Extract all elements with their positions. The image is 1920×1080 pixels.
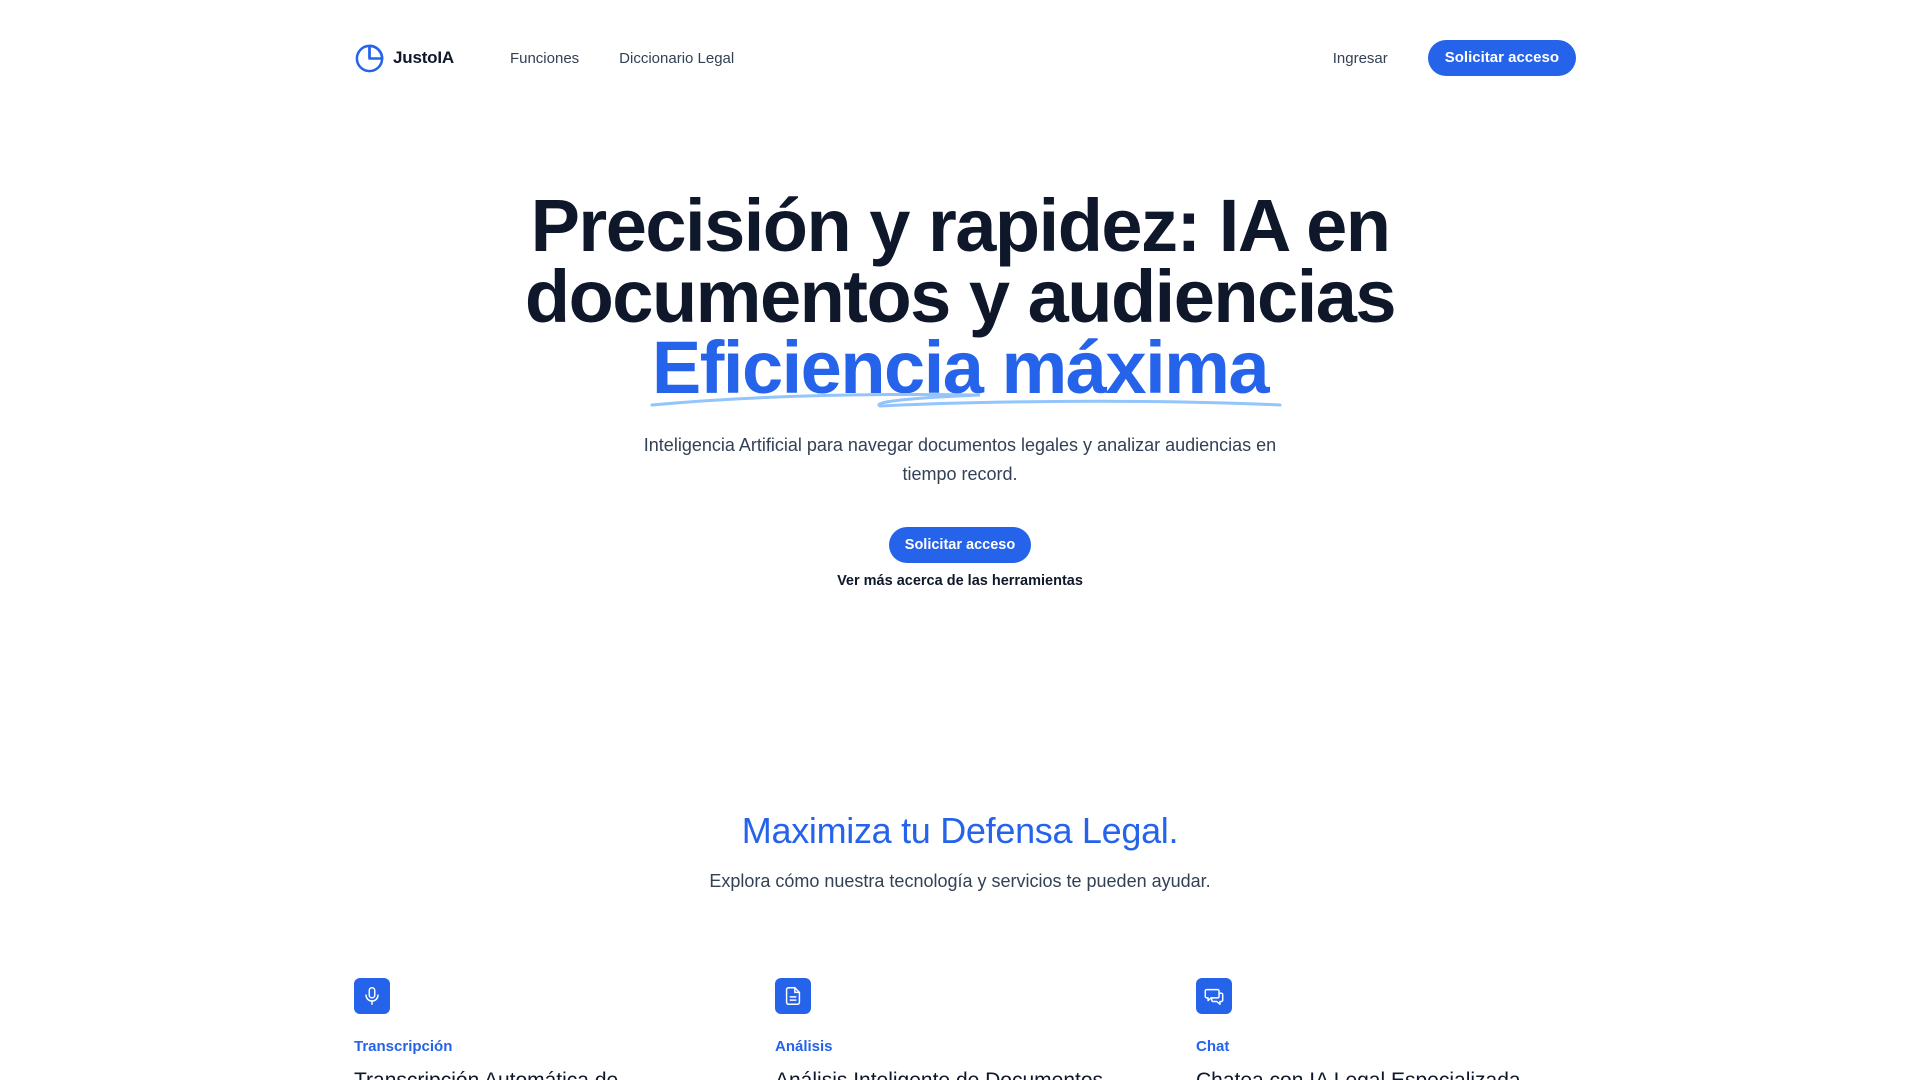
nav-actions: Ingresar Solicitar acceso bbox=[1333, 40, 1576, 76]
brand-name: JustoIA bbox=[393, 48, 454, 67]
nav-link-diccionario-legal[interactable]: Diccionario Legal bbox=[619, 50, 734, 67]
brand-link[interactable]: JustoIA bbox=[354, 43, 454, 74]
features-subtitle: Explora cómo nuestra tecnología y servic… bbox=[709, 871, 1211, 891]
request-access-button[interactable]: Solicitar acceso bbox=[1427, 40, 1576, 76]
feature-tag: Análisis bbox=[775, 1038, 833, 1055]
feature-card-analisis: Análisis Análisis Inteligente de Documen… bbox=[775, 978, 1155, 1080]
hero-section: Precisión y rapidez: IA en documentos y … bbox=[0, 184, 1920, 590]
login-link[interactable]: Ingresar bbox=[1333, 50, 1388, 67]
features-header: Maximiza tu Defensa Legal. Explora cómo … bbox=[0, 808, 1920, 894]
brand-logo-icon bbox=[355, 44, 384, 72]
learn-more-link[interactable]: Ver más acerca de las herramientas bbox=[837, 573, 1083, 589]
feature-title: Chatea con IA Legal Especializada bbox=[1196, 1067, 1576, 1080]
feature-tag: Chat bbox=[1196, 1038, 1230, 1055]
hero-title: Precisión y rapidez: IA en documentos y … bbox=[510, 184, 1410, 408]
chat-bubbles-icon bbox=[1196, 978, 1232, 1014]
page: JustoIA Funciones Diccionario Legal Ingr… bbox=[0, 0, 1920, 1080]
document-icon bbox=[775, 978, 811, 1014]
feature-card-transcripcion: Transcripción Transcripción Automática d… bbox=[354, 978, 734, 1080]
hero-title-accent: Eficiencia máxima bbox=[650, 331, 1282, 408]
microphone-icon bbox=[354, 978, 390, 1014]
feature-tag: Transcripción bbox=[354, 1038, 453, 1055]
hero-title-line-1: Precisión y rapidez: IA en bbox=[530, 184, 1391, 267]
hero-request-access-button[interactable]: Solicitar acceso bbox=[888, 527, 1032, 563]
hero-accent-text: Eficiencia máxima bbox=[651, 326, 1270, 409]
hero-actions: Solicitar acceso Ver más acerca de las h… bbox=[0, 527, 1920, 589]
hero-title-line-3: Eficiencia máxima bbox=[510, 331, 1410, 408]
feature-card-chat: Chat Chatea con IA Legal Especializada bbox=[1196, 978, 1576, 1080]
nav-links: Funciones Diccionario Legal bbox=[510, 50, 734, 67]
features-grid: Transcripción Transcripción Automática d… bbox=[354, 978, 1576, 1080]
features-title: Maximiza tu Defensa Legal. bbox=[741, 810, 1179, 851]
feature-title: Análisis Inteligente de Documentos bbox=[775, 1067, 1155, 1080]
feature-title: Transcripción Automática de bbox=[354, 1067, 734, 1080]
nav-link-funciones[interactable]: Funciones bbox=[510, 50, 579, 67]
hero-title-line-2: documentos y audiencias bbox=[524, 255, 1397, 338]
hero-subtitle: Inteligencia Artificial para navegar doc… bbox=[643, 435, 1277, 484]
top-nav: JustoIA Funciones Diccionario Legal Ingr… bbox=[354, 40, 1576, 76]
